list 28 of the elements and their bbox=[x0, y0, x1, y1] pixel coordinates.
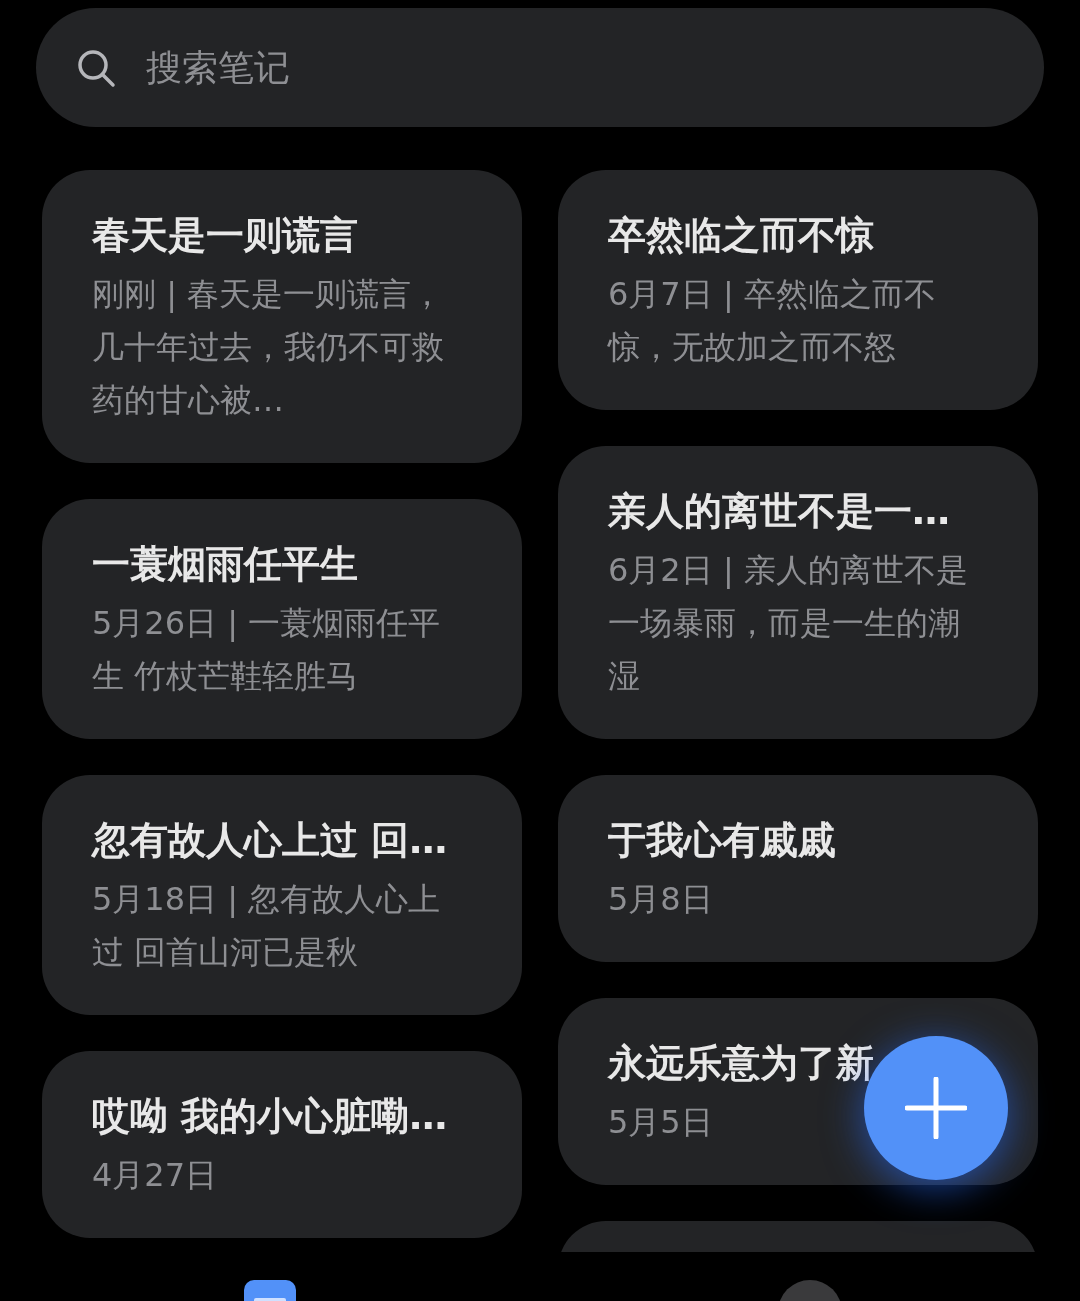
note-card[interactable]: 卒然临之而不惊 6月7日 | 卒然临之而不惊，无故加之而不怒 bbox=[558, 170, 1038, 410]
note-snippet: 6月7日 | 卒然临之而不惊，无故加之而不怒 bbox=[608, 274, 937, 368]
note-snippet: 5月18日 | 忽有故人心上过 回首山河已是秋 bbox=[92, 879, 442, 973]
note-snippet: 5月5日 bbox=[608, 1102, 713, 1143]
note-card[interactable]: 春天是一则谎言 刚刚 | 春天是一则谎言，几十年过去，我仍不可救药的甘心被… bbox=[42, 170, 522, 463]
note-title: 于我心有戚戚 bbox=[608, 817, 837, 864]
note-title: 亲人的离世不是一… bbox=[608, 488, 951, 535]
note-snippet: 4月27日 bbox=[92, 1155, 218, 1196]
note-title: 卒然临之而不惊 bbox=[608, 212, 875, 259]
note-title: 哎呦 我的小心脏嘞… bbox=[92, 1093, 449, 1140]
search-bar[interactable]: 搜索笔记 bbox=[36, 8, 1044, 127]
note-title: 忽有故人心上过 回… bbox=[92, 817, 449, 864]
note-card[interactable]: 忽有故人心上过 回… 5月18日 | 忽有故人心上过 回首山河已是秋 bbox=[42, 775, 522, 1015]
search-field[interactable]: 搜索笔记 bbox=[144, 46, 1004, 89]
note-card[interactable]: 于我心有戚戚 5月8日 bbox=[558, 775, 1038, 962]
note-title: 春天是一则谎言 bbox=[92, 212, 359, 259]
note-snippet: 5月8日 bbox=[608, 879, 713, 920]
plus-icon bbox=[905, 1077, 967, 1139]
note-snippet: 5月26日 | 一蓑烟雨任平生 竹杖芒鞋轻胜马 bbox=[92, 603, 442, 697]
notes-tab-icon[interactable] bbox=[244, 1280, 296, 1301]
note-card[interactable]: 哎呦 我的小心脏嘞… 4月27日 bbox=[42, 1051, 522, 1238]
note-title: 永远乐意为了新 bbox=[608, 1040, 875, 1087]
note-snippet: 6月2日 | 亲人的离世不是一场暴雨，而是一生的潮湿 bbox=[608, 550, 968, 697]
note-snippet: 刚刚 | 春天是一则谎言，几十年过去，我仍不可救药的甘心被… bbox=[92, 274, 445, 421]
note-card[interactable]: 亲人的离世不是一… 6月2日 | 亲人的离世不是一场暴雨，而是一生的潮湿 bbox=[558, 446, 1038, 739]
note-card[interactable]: 一蓑烟雨任平生 5月26日 | 一蓑烟雨任平生 竹杖芒鞋轻胜马 bbox=[42, 499, 522, 739]
search-icon bbox=[76, 47, 116, 88]
note-title: 一蓑烟雨任平生 bbox=[92, 541, 359, 588]
